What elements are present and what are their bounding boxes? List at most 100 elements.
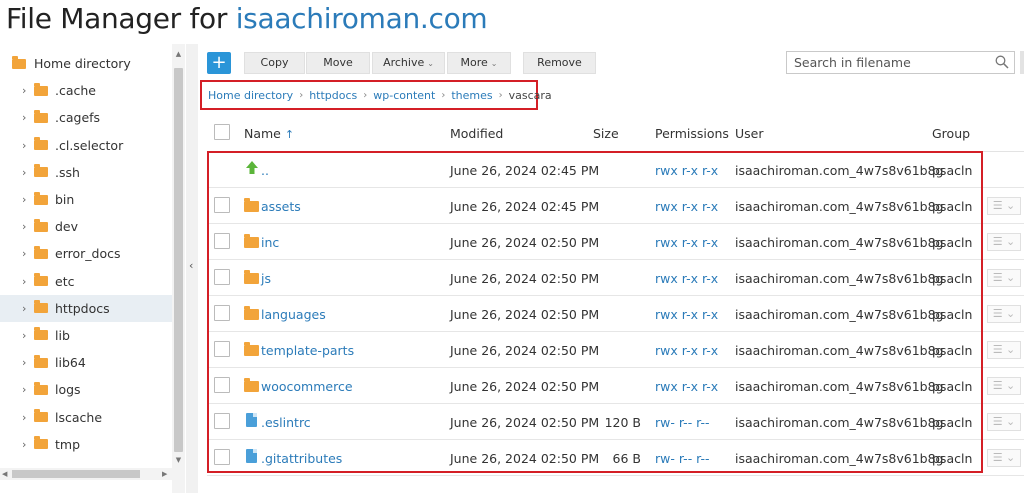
row-menu-button[interactable]: ☰ ⌄ [987,269,1021,287]
chevron-right-icon[interactable]: › [22,220,34,233]
chevron-right-icon[interactable]: › [22,111,34,124]
permissions-link[interactable]: rwx r-x r-x [655,163,718,178]
table-row[interactable]: .. June 26, 2024 02:45 PM rwx r-x r-x isaac… [207,152,1024,188]
row-menu-button[interactable]: ☰ ⌄ [987,377,1021,395]
sidebar-vertical-scrollbar[interactable]: ▲ ▼ [172,44,185,493]
row-menu-button[interactable]: ☰ ⌄ [987,305,1021,323]
column-header-user[interactable]: User [735,126,764,141]
row-checkbox[interactable] [214,233,230,249]
row-checkbox[interactable] [214,269,230,285]
row-checkbox[interactable] [214,305,230,321]
permissions-link[interactable]: rw- r-- r-- [655,451,710,466]
tree-item-home[interactable]: Home directory [0,50,172,77]
scroll-left-arrow-icon[interactable]: ◀ [2,468,7,480]
row-checkbox[interactable] [214,377,230,393]
tree-item-lib[interactable]: › lib [0,322,172,349]
tree-item-cl-selector[interactable]: › .cl.selector [0,132,172,159]
copy-button[interactable]: Copy [244,52,305,74]
file-name-link[interactable]: js [261,271,271,286]
chevron-right-icon[interactable]: › [22,139,34,152]
tree-item-dev[interactable]: › dev [0,213,172,240]
row-checkbox[interactable] [214,413,230,429]
row-menu-button[interactable]: ☰ ⌄ [987,413,1021,431]
row-checkbox[interactable] [214,341,230,357]
column-header-size[interactable]: Size [593,126,619,141]
file-name-link[interactable]: woocommerce [261,379,353,394]
row-menu-button[interactable]: ☰ ⌄ [987,449,1021,467]
scroll-up-arrow-icon[interactable]: ▲ [172,48,185,61]
chevron-right-icon[interactable]: › [22,383,34,396]
remove-button[interactable]: Remove [523,52,596,74]
row-menu-button[interactable]: ☰ ⌄ [987,341,1021,359]
chevron-right-icon[interactable]: › [22,247,34,260]
chevron-right-icon[interactable]: › [22,329,34,342]
file-name-link[interactable]: languages [261,307,326,322]
tree-item-bin[interactable]: › bin [0,186,172,213]
permissions-link[interactable]: rwx r-x r-x [655,343,718,358]
search-icon[interactable] [995,55,1009,69]
table-row[interactable]: .gitattributes June 26, 2024 02:50 PM 66 B… [207,440,1024,476]
scroll-down-arrow-icon[interactable]: ▼ [172,454,185,467]
more-button[interactable]: More ⌄ [447,52,511,74]
archive-button[interactable]: Archive ⌄ [372,52,445,74]
chevron-right-icon[interactable]: › [22,302,34,315]
row-menu-button[interactable]: ☰ ⌄ [987,197,1021,215]
file-name-link[interactable]: .eslintrc [261,415,311,430]
scrollbar-thumb[interactable] [12,470,140,478]
table-row[interactable]: .eslintrc June 26, 2024 02:50 PM 120 B rw- … [207,404,1024,440]
select-all-checkbox[interactable] [214,124,230,140]
chevron-right-icon[interactable]: › [22,84,34,97]
file-name-link[interactable]: assets [261,199,301,214]
permissions-link[interactable]: rwx r-x r-x [655,271,718,286]
chevron-right-icon[interactable]: › [22,438,34,451]
tree-item-ssh[interactable]: › .ssh [0,159,172,186]
tree-item-cache[interactable]: › .cache [0,77,172,104]
tree-item-cagefs[interactable]: › .cagefs [0,104,172,131]
chevron-right-icon[interactable]: › [22,356,34,369]
permissions-link[interactable]: rw- r-- r-- [655,415,710,430]
row-checkbox[interactable] [214,197,230,213]
file-name-link[interactable]: inc [261,235,279,250]
add-button[interactable]: + [207,52,231,74]
sidebar-collapse-toggle[interactable]: ‹ [186,44,198,493]
permissions-link[interactable]: rwx r-x r-x [655,199,718,214]
table-row[interactable]: woocommerce June 26, 2024 02:50 PM rwx r-x… [207,368,1024,404]
sidebar-horizontal-scrollbar[interactable]: ◀ ▶ [0,468,172,480]
row-menu-button[interactable]: ☰ ⌄ [987,233,1021,251]
tree-item-lib64[interactable]: › lib64 [0,349,172,376]
table-row[interactable]: languages June 26, 2024 02:50 PM rwx r-x r… [207,296,1024,332]
column-header-name[interactable]: Name ↑ [244,126,294,141]
file-name-link[interactable]: .. [261,163,269,178]
scrollbar-thumb[interactable] [174,68,183,452]
tree-item-tmp[interactable]: › tmp [0,431,172,458]
tree-item-lscache[interactable]: › lscache [0,403,172,430]
chevron-right-icon[interactable]: › [22,411,34,424]
chevron-right-icon[interactable]: › [22,275,34,288]
table-row[interactable]: template-parts June 26, 2024 02:50 PM rwx … [207,332,1024,368]
breadcrumb-item[interactable]: wp-content [373,89,435,102]
breadcrumb-item[interactable]: Home directory [208,89,293,102]
row-checkbox[interactable] [214,449,230,465]
scroll-right-arrow-icon[interactable]: ▶ [162,468,167,480]
search-input[interactable] [787,52,987,73]
tree-item-logs[interactable]: › logs [0,376,172,403]
column-header-group[interactable]: Group [932,126,970,141]
chevron-right-icon[interactable]: › [22,166,34,179]
permissions-link[interactable]: rwx r-x r-x [655,307,718,322]
chevron-right-icon[interactable]: › [22,193,34,206]
column-header-permissions[interactable]: Permissions [655,126,729,141]
table-row[interactable]: inc June 26, 2024 02:50 PM rwx r-x r-x isaa… [207,224,1024,260]
tree-item-error-docs[interactable]: › error_docs [0,240,172,267]
table-row[interactable]: assets June 26, 2024 02:45 PM rwx r-x r-x i… [207,188,1024,224]
permissions-link[interactable]: rwx r-x r-x [655,235,718,250]
file-name-link[interactable]: .gitattributes [261,451,342,466]
tree-item-httpdocs[interactable]: › httpdocs [0,294,172,322]
permissions-link[interactable]: rwx r-x r-x [655,379,718,394]
move-button[interactable]: Move [306,52,370,74]
breadcrumb-item[interactable]: themes [451,89,492,102]
breadcrumb-item[interactable]: httpdocs [309,89,357,102]
file-name-link[interactable]: template-parts [261,343,354,358]
column-header-modified[interactable]: Modified [450,126,503,141]
table-row[interactable]: js June 26, 2024 02:50 PM rwx r-x r-x isaac… [207,260,1024,296]
tree-item-etc[interactable]: › etc [0,268,172,295]
